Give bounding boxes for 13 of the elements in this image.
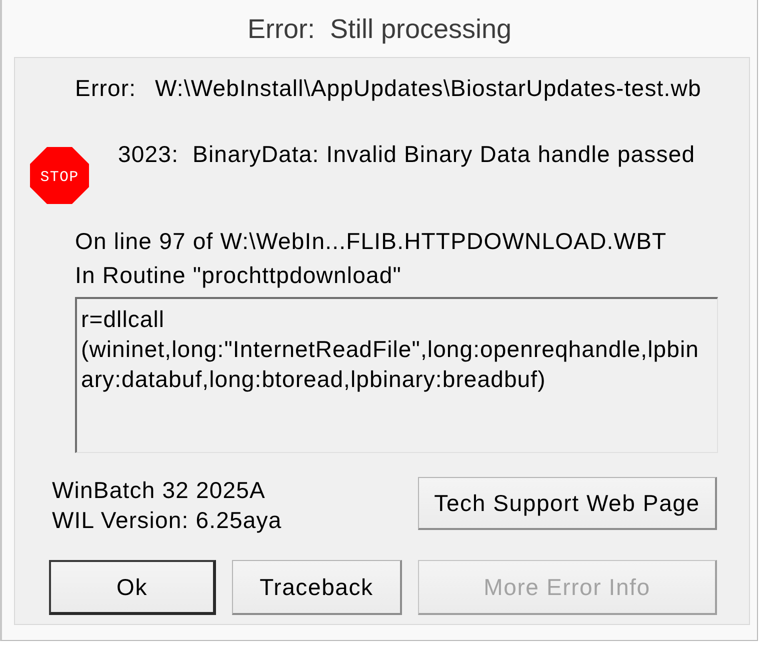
- error-message: 3023: BinaryData: Invalid Binary Data handle passed: [118, 140, 696, 169]
- tech-support-button[interactable]: Tech Support Web Page: [418, 477, 717, 530]
- stop-sign-icon: STOP: [30, 147, 89, 204]
- error-routine-line: In Routine "prochttpdownload": [75, 261, 402, 290]
- ok-button[interactable]: Ok: [49, 560, 216, 615]
- traceback-button[interactable]: Traceback: [232, 560, 402, 615]
- error-file-path: W:\WebInstall\AppUpdates\BiostarUpdates-test.wb: [155, 74, 702, 103]
- wil-version-text: WIL Version: 6.25aya: [52, 506, 282, 535]
- code-text-field[interactable]: r=dllcall (wininet,long:"InternetReadFile",long:openreqhandle,lpbin ary:databuf,long:btoread,lpbinary:breadbuf): [75, 297, 718, 453]
- error-location-line: On line 97 of W:\WebIn...FLIB.HTTPDOWNLOAD.WBT: [75, 227, 667, 256]
- error-label: Error:: [75, 74, 138, 103]
- window-title: Error: Still processing: [247, 14, 512, 45]
- product-version-text: WinBatch 32 2025A: [52, 476, 266, 505]
